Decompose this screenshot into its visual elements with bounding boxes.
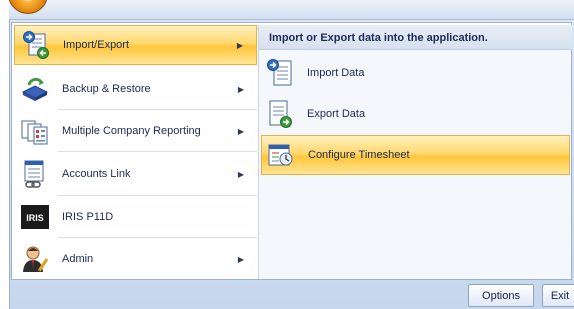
submenu-item-label: Configure Timesheet: [308, 149, 410, 161]
backup-restore-icon: [18, 72, 52, 106]
submenu-panel: Import or Export data into the applicati…: [258, 25, 572, 279]
options-button[interactable]: Options: [468, 284, 534, 307]
menu-divider: [58, 109, 257, 110]
menu-item-label: Multiple Company Reporting: [62, 125, 201, 137]
menu-item-label: Admin: [62, 253, 94, 265]
submenu-item-export-data[interactable]: Export Data: [261, 94, 570, 134]
menu-left-column: Import/Export ▶ Backup & Restore ▶ Multi…: [14, 25, 257, 279]
multiple-company-icon: [18, 114, 52, 148]
submenu-arrow-icon: ▶: [237, 169, 245, 179]
submenu-item-import-data[interactable]: Import Data: [261, 53, 570, 93]
submenu-arrow-icon: ▶: [237, 254, 245, 264]
menu-footer: Options Exit: [11, 282, 574, 309]
menu-item-backup-restore[interactable]: Backup & Restore ▶: [14, 69, 257, 109]
menu-item-import-export[interactable]: Import/Export ▶: [14, 25, 257, 65]
admin-user-icon: [18, 242, 52, 276]
submenu-header: Import or Export data into the applicati…: [259, 25, 572, 50]
menu-item-label: Accounts Link: [62, 168, 131, 180]
configure-timesheet-icon: [266, 139, 296, 171]
menu-item-label: Backup & Restore: [62, 83, 151, 95]
menu-divider: [58, 195, 257, 196]
exit-button[interactable]: Exit: [542, 284, 574, 307]
submenu-item-label: Import Data: [307, 67, 365, 79]
iris-logo-icon: IRIS: [18, 200, 52, 234]
submenu-item-configure-timesheet[interactable]: Configure Timesheet: [261, 135, 570, 175]
export-data-icon: [265, 98, 295, 130]
submenu-arrow-icon: ▶: [236, 40, 244, 50]
menu-item-iris-p11d[interactable]: IRIS IRIS P11D: [14, 197, 257, 237]
menu-item-label: Import/Export: [63, 39, 130, 51]
submenu-item-label: Export Data: [307, 108, 366, 120]
import-data-icon: [265, 57, 295, 89]
iris-logo-text: IRIS: [26, 213, 44, 223]
menu-divider: [58, 151, 257, 152]
submenu-arrow-icon: ▶: [237, 126, 245, 136]
menu-item-accounts-link[interactable]: Accounts Link ▶: [14, 154, 257, 194]
title-strip: [9, 0, 574, 20]
accounts-link-icon: [18, 157, 52, 191]
submenu-arrow-icon: ▶: [237, 84, 245, 94]
menu-item-admin[interactable]: Admin ▶: [14, 239, 257, 279]
menu-item-multiple-company-reporting[interactable]: Multiple Company Reporting ▶: [14, 111, 257, 151]
menu-item-label: IRIS P11D: [62, 211, 114, 223]
menu-divider: [58, 237, 257, 238]
import-export-icon: [19, 28, 53, 62]
